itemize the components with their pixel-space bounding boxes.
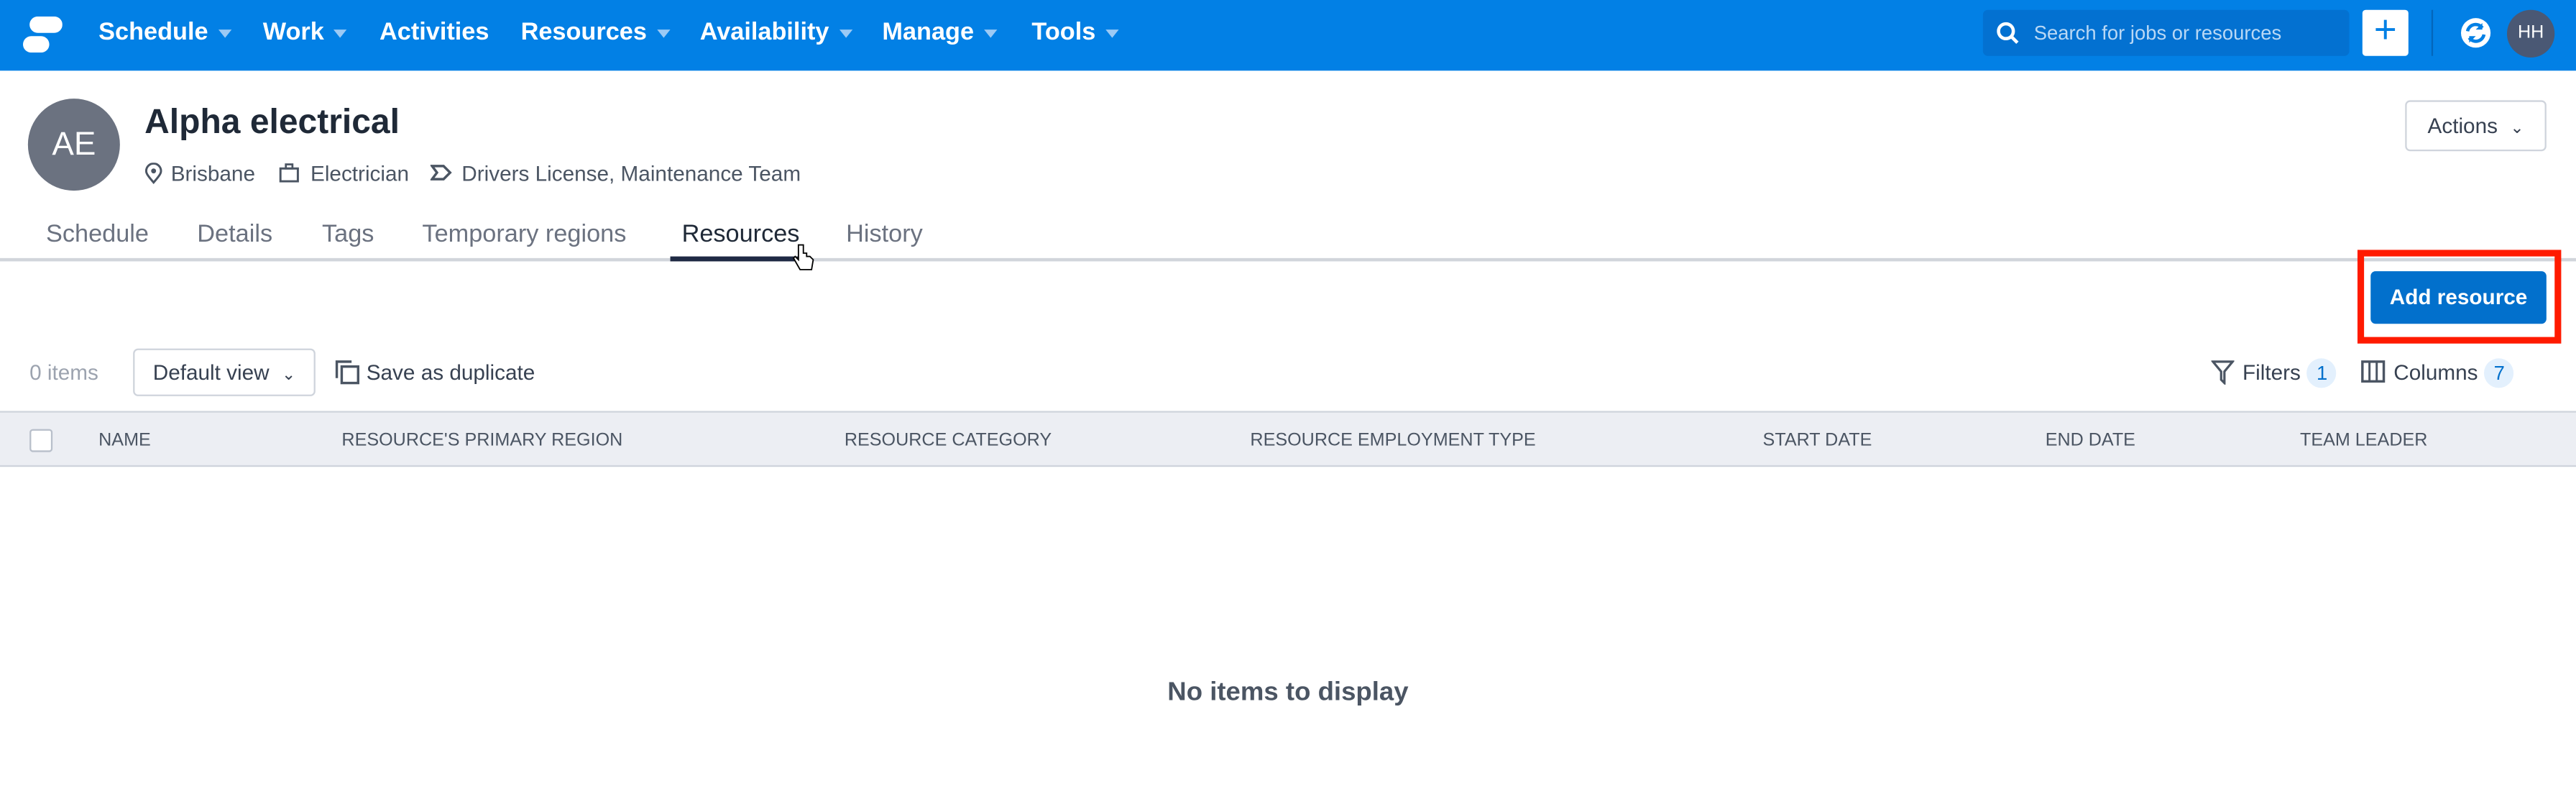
chevron-down-icon: ⌄: [2510, 119, 2524, 138]
nav-resources[interactable]: Resources: [521, 18, 670, 46]
nav-label: Work: [262, 18, 324, 46]
divider: [2431, 9, 2434, 56]
role: Electrician: [279, 160, 410, 186]
nav-label: Resources: [520, 18, 647, 46]
tabs-divider: [0, 257, 2576, 261]
column-header-team-leader[interactable]: Team leader: [2300, 431, 2427, 450]
nav-label: Activities: [379, 18, 489, 46]
search-input[interactable]: Search for jobs or resources: [1982, 9, 2350, 56]
columns-button[interactable]: Columns 7: [2361, 358, 2514, 388]
caret-down-icon: [983, 29, 998, 37]
caret-down-icon: [656, 29, 670, 37]
role-text: Electrician: [310, 160, 410, 186]
create-button[interactable]: +: [2362, 9, 2409, 56]
tab-resources[interactable]: Resources: [682, 220, 800, 248]
nav-schedule[interactable]: Schedule: [98, 18, 231, 46]
nav-label: Tools: [1031, 18, 1096, 46]
nav-tools[interactable]: Tools: [1031, 18, 1119, 46]
table-header: Name Resource's primary region Resource …: [0, 411, 2576, 467]
columns-icon: [2361, 360, 2386, 383]
actions-button[interactable]: Actions ⌄: [2405, 100, 2547, 152]
column-header-category[interactable]: Resource category: [845, 431, 1052, 450]
duplicate-icon: [335, 360, 359, 385]
filters-button[interactable]: Filters 1: [2210, 358, 2337, 388]
tags-text: Drivers License, Maintenance Team: [461, 160, 801, 186]
filters-count-badge: 1: [2307, 358, 2337, 388]
filter-icon: [2210, 360, 2235, 386]
nav-manage[interactable]: Manage: [882, 18, 998, 46]
tab-temporary-regions[interactable]: Temporary regions: [422, 220, 626, 248]
location: Brisbane: [144, 161, 255, 186]
tags: Drivers License, Maintenance Team: [429, 160, 801, 186]
chevron-down-icon: ⌄: [282, 366, 296, 385]
column-header-end-date[interactable]: End date: [2046, 431, 2135, 450]
caret-down-icon: [218, 29, 231, 37]
item-count: 0 items: [29, 360, 98, 385]
search-placeholder: Search for jobs or resources: [2033, 21, 2282, 45]
page-title: Alpha electrical: [144, 103, 400, 142]
tab-details[interactable]: Details: [197, 220, 272, 248]
briefcase-icon: [279, 163, 299, 183]
caret-down-icon: [334, 29, 347, 37]
nav-label: Availability: [699, 18, 829, 46]
caret-down-icon: [839, 29, 852, 37]
profile-avatar: AE: [27, 99, 120, 191]
app-logo-icon[interactable]: [23, 16, 63, 53]
tab-history[interactable]: History: [846, 220, 923, 248]
highlight-box: [2357, 250, 2562, 344]
location-text: Brisbane: [170, 160, 255, 186]
user-avatar[interactable]: HH: [2506, 9, 2555, 58]
caret-down-icon: [1105, 29, 1119, 37]
view-dropdown[interactable]: Default view ⌄: [133, 348, 316, 396]
column-header-name[interactable]: Name: [98, 431, 151, 450]
view-label: Default view: [152, 360, 270, 385]
filters-label: Filters: [2242, 360, 2301, 385]
actions-label: Actions: [2427, 113, 2498, 138]
location-pin-icon: [144, 163, 162, 184]
nav-availability[interactable]: Availability: [700, 18, 852, 46]
tab-schedule[interactable]: Schedule: [46, 220, 149, 248]
save-duplicate-label: Save as duplicate: [366, 360, 535, 385]
column-header-employment-type[interactable]: Resource employment type: [1250, 431, 1535, 450]
nav-label: Manage: [882, 18, 975, 46]
column-header-primary-region[interactable]: Resource's primary region: [341, 431, 622, 450]
active-tab-indicator: [670, 256, 802, 262]
nav-activities[interactable]: Activities: [380, 18, 489, 46]
nav-label: Schedule: [98, 18, 208, 46]
top-navbar: Schedule Work Activities Resources Avail…: [0, 0, 2576, 71]
save-as-duplicate-button[interactable]: Save as duplicate: [335, 360, 535, 385]
nav-work[interactable]: Work: [263, 18, 347, 46]
tab-tags[interactable]: Tags: [322, 220, 374, 248]
tag-icon: [429, 165, 452, 181]
refresh-icon[interactable]: [2460, 17, 2493, 50]
column-header-start-date[interactable]: Start date: [1763, 431, 1872, 450]
search-icon: [1997, 22, 2019, 45]
empty-state-message: No items to display: [1167, 678, 1409, 707]
hand-cursor-icon: [792, 244, 814, 270]
columns-label: Columns: [2393, 360, 2478, 385]
columns-count-badge: 7: [2484, 358, 2514, 388]
select-all-checkbox[interactable]: [29, 429, 53, 452]
